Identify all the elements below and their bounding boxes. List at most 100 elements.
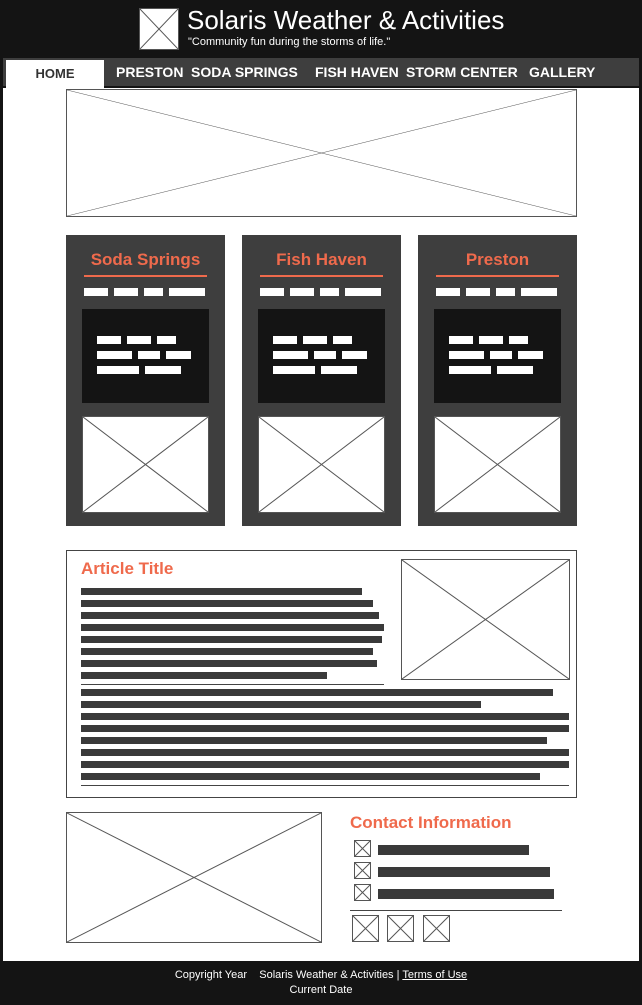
nav-item-soda-springs[interactable]: SODA SPRINGS	[191, 64, 298, 80]
text-placeholder	[303, 336, 327, 344]
text-placeholder	[342, 351, 367, 359]
text-placeholder	[81, 648, 373, 655]
email-icon	[354, 884, 371, 901]
text-placeholder	[320, 288, 339, 296]
city-card-soda-springs: Soda Springs	[66, 235, 225, 526]
text-placeholder	[449, 366, 491, 374]
text-placeholder	[314, 351, 336, 359]
contact-phone-placeholder	[378, 867, 550, 877]
card-title: Fish Haven	[276, 250, 367, 269]
weather-summary-box	[82, 309, 209, 403]
card-image	[434, 416, 561, 513]
article-section: Article Title	[66, 550, 577, 798]
text-placeholder	[97, 351, 132, 359]
text-placeholder	[81, 660, 377, 667]
text-placeholder	[144, 288, 163, 296]
social-icon-1[interactable]	[352, 915, 379, 942]
text-placeholder	[166, 351, 191, 359]
nav-item-storm-center[interactable]: STORM CENTER	[406, 64, 518, 80]
text-placeholder	[496, 288, 515, 296]
text-placeholder	[81, 773, 540, 780]
weather-summary-box	[434, 309, 561, 403]
card-divider	[436, 275, 559, 277]
text-placeholder	[169, 288, 205, 296]
text-placeholder	[81, 701, 481, 708]
text-placeholder	[81, 612, 379, 619]
text-placeholder	[81, 672, 327, 679]
text-placeholder	[490, 351, 512, 359]
text-placeholder	[81, 737, 547, 744]
site-header: Solaris Weather & Activities "Community …	[0, 0, 642, 58]
divider	[81, 684, 384, 685]
text-placeholder	[260, 288, 284, 296]
divider	[350, 910, 562, 911]
text-placeholder	[81, 588, 362, 595]
text-placeholder	[290, 288, 314, 296]
text-placeholder	[114, 288, 138, 296]
city-card-fish-haven: Fish Haven	[242, 235, 401, 526]
hero-banner-image	[66, 89, 577, 217]
card-divider	[260, 275, 383, 277]
nav-item-home[interactable]: HOME	[6, 60, 104, 88]
map-image	[66, 812, 322, 943]
text-placeholder	[81, 689, 553, 696]
footer-line: Copyright Year Solaris Weather & Activit…	[0, 969, 642, 981]
site-title: Solaris Weather & Activities	[187, 5, 505, 35]
text-placeholder	[449, 351, 484, 359]
text-placeholder	[84, 288, 108, 296]
weather-summary-box	[258, 309, 385, 403]
text-placeholder	[145, 366, 181, 374]
article-title: Article Title	[81, 559, 174, 578]
article-image	[401, 559, 570, 680]
city-card-preston: Preston	[418, 235, 577, 526]
text-placeholder	[138, 351, 160, 359]
current-date-text: Current Date	[289, 984, 353, 996]
copyright-text: Copyright Year	[174, 969, 248, 981]
text-placeholder	[449, 336, 473, 344]
text-placeholder	[321, 366, 357, 374]
text-placeholder	[518, 351, 543, 359]
text-placeholder	[345, 288, 381, 296]
nav-item-fish-haven[interactable]: FISH HAVEN	[315, 64, 399, 80]
social-icon-2[interactable]	[387, 915, 414, 942]
nav-item-gallery[interactable]: GALLERY	[529, 64, 595, 80]
text-placeholder	[81, 636, 382, 643]
card-title: Preston	[465, 250, 530, 269]
card-image	[82, 416, 209, 513]
nav-item-preston[interactable]: PRESTON	[116, 64, 183, 80]
site-tagline: "Community fun during the storms of life…	[188, 36, 391, 48]
text-placeholder	[479, 336, 503, 344]
text-placeholder	[273, 366, 315, 374]
text-placeholder	[497, 366, 533, 374]
site-footer: Copyright Year Solaris Weather & Activit…	[0, 961, 642, 1005]
phone-icon	[354, 862, 371, 879]
text-placeholder	[81, 749, 569, 756]
text-placeholder	[273, 336, 297, 344]
card-divider	[84, 275, 207, 277]
divider	[81, 785, 569, 786]
address-icon	[354, 840, 371, 857]
text-placeholder	[81, 624, 384, 631]
text-placeholder	[521, 288, 557, 296]
terms-of-use-link[interactable]: Terms of Use	[402, 969, 467, 981]
text-placeholder	[157, 336, 176, 344]
text-placeholder	[97, 336, 121, 344]
text-placeholder	[127, 336, 151, 344]
card-image	[258, 416, 385, 513]
contact-title: Contact Information	[350, 813, 512, 832]
text-placeholder	[97, 366, 139, 374]
text-placeholder	[81, 600, 373, 607]
text-placeholder	[81, 761, 569, 768]
text-placeholder	[466, 288, 490, 296]
text-placeholder	[81, 713, 569, 720]
footer-separator: |	[396, 969, 400, 981]
contact-email-placeholder	[378, 889, 554, 899]
logo-image	[139, 8, 179, 50]
text-placeholder	[509, 336, 528, 344]
main-nav: HOME PRESTON SODA SPRINGS FISH HAVEN STO…	[0, 58, 642, 88]
card-title: Soda Springs	[90, 250, 201, 269]
social-icon-3[interactable]	[423, 915, 450, 942]
text-placeholder	[333, 336, 352, 344]
footer-site-name: Solaris Weather & Activities	[259, 969, 394, 981]
text-placeholder	[81, 725, 569, 732]
